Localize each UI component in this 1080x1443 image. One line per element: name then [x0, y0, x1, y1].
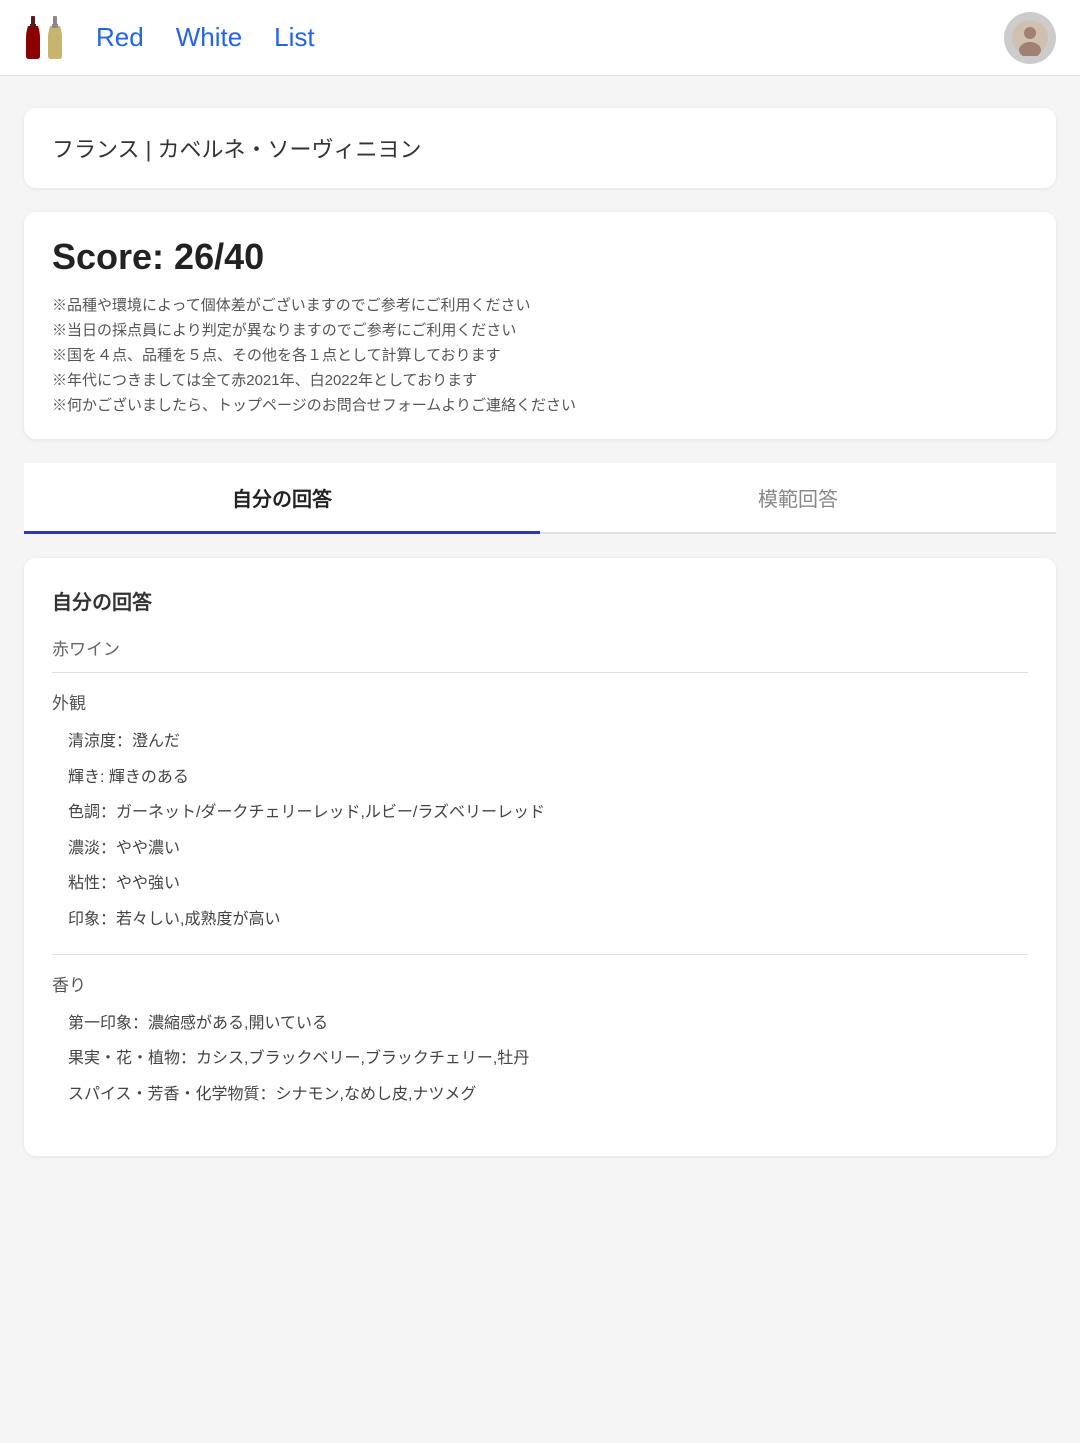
- wine-type: 赤ワイン: [52, 635, 1028, 660]
- category-kaori: 香り 第一印象：濃縮感がある,開いている 果実・花・植物：カシス,ブラックベリー…: [52, 971, 1028, 1113]
- divider-gaikan: [52, 672, 1028, 673]
- tab-my-answer[interactable]: 自分の回答: [24, 463, 540, 532]
- answer-card: 自分の回答 赤ワイン 外観 清涼度：澄んだ 輝き: 輝きのある 色調：ガーネット…: [24, 558, 1056, 1156]
- nav-white[interactable]: White: [176, 22, 242, 53]
- tabs: 自分の回答 模範回答: [24, 463, 1056, 534]
- category-title-gaikan: 外観: [52, 689, 1028, 714]
- detail-kaori-first: 第一印象：濃縮感がある,開いている: [52, 1006, 1028, 1042]
- main-content: フランス | カベルネ・ソーヴィニヨン Score: 26/40 ※品種や環境に…: [0, 76, 1080, 1188]
- detail-kagayaki: 輝き: 輝きのある: [52, 760, 1028, 796]
- nav-red[interactable]: Red: [96, 22, 144, 53]
- red-wine-icon: [24, 16, 42, 60]
- header: Red White List: [0, 0, 1080, 76]
- score-note-2: ※国を４点、品種を５点、その他を各１点として計算しております: [52, 344, 1028, 365]
- answer-section-title: 自分の回答: [52, 586, 1028, 615]
- avatar[interactable]: [1004, 12, 1056, 64]
- nav-list[interactable]: List: [274, 22, 314, 53]
- avatar-image: [1012, 20, 1048, 56]
- category-gaikan: 外観 清涼度：澄んだ 輝き: 輝きのある 色調：ガーネット/ダークチェリーレッド…: [52, 689, 1028, 938]
- score-note-0: ※品種や環境によって個体差がございますのでご参考にご利用ください: [52, 294, 1028, 315]
- logo: [24, 16, 64, 60]
- detail-seiryodo: 清涼度：澄んだ: [52, 724, 1028, 760]
- category-title-kaori: 香り: [52, 971, 1028, 996]
- detail-nensei: 粘性：やや強い: [52, 866, 1028, 902]
- detail-noudan: 濃淡：やや濃い: [52, 831, 1028, 867]
- detail-kaori-fruit: 果実・花・植物：カシス,ブラックベリー,ブラックチェリー,牡丹: [52, 1041, 1028, 1077]
- wine-label-card: フランス | カベルネ・ソーヴィニヨン: [24, 108, 1056, 188]
- tab-model-answer[interactable]: 模範回答: [540, 463, 1056, 532]
- score-title: Score: 26/40: [52, 236, 1028, 278]
- detail-shikichou: 色調：ガーネット/ダークチェリーレッド,ルビー/ラズベリーレッド: [52, 795, 1028, 831]
- white-wine-icon: [46, 16, 64, 60]
- score-card: Score: 26/40 ※品種や環境によって個体差がございますのでご参考にご利…: [24, 212, 1056, 439]
- score-notes: ※品種や環境によって個体差がございますのでご参考にご利用ください ※当日の採点員…: [52, 294, 1028, 415]
- score-note-4: ※何かございましたら、トップページのお問合せフォームよりご連絡ください: [52, 394, 1028, 415]
- score-note-3: ※年代につきましては全て赤2021年、白2022年としております: [52, 369, 1028, 390]
- detail-kaori-spice: スパイス・芳香・化学物質：シナモン,なめし皮,ナツメグ: [52, 1077, 1028, 1113]
- main-nav: Red White List: [96, 22, 1004, 53]
- score-note-1: ※当日の採点員により判定が異なりますのでご参考にご利用ください: [52, 319, 1028, 340]
- divider-kaori: [52, 954, 1028, 955]
- wine-label-text: フランス | カベルネ・ソーヴィニヨン: [52, 132, 1028, 164]
- detail-inshou: 印象：若々しい,成熟度が高い: [52, 902, 1028, 938]
